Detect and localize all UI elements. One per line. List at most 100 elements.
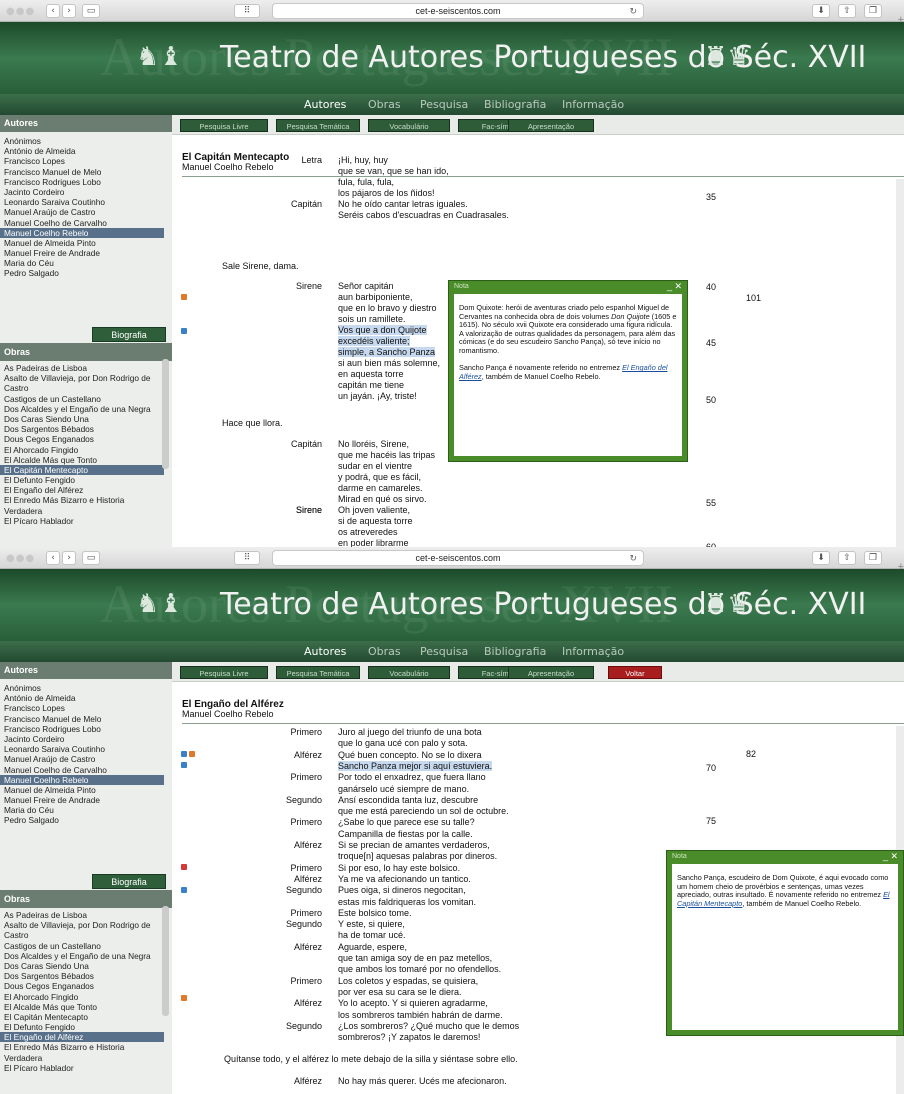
back-icon[interactable]: ‹ xyxy=(46,4,60,18)
obra-item[interactable]: El Ahorcado Fingido xyxy=(0,992,164,1002)
close-icon[interactable]: _ ✕ xyxy=(667,281,682,292)
note-marker-icon[interactable] xyxy=(181,887,187,893)
window-controls[interactable]: ●●● xyxy=(6,6,35,17)
obra-item[interactable]: El Engaño del Alférez xyxy=(0,485,164,495)
tabs-icon[interactable]: ❐ xyxy=(864,551,882,565)
obra-item[interactable]: Castro xyxy=(0,930,164,940)
pesquisa-tematica-button[interactable]: Pesquisa Temática xyxy=(276,119,360,132)
note-marker-icon[interactable] xyxy=(181,751,187,757)
autor-item[interactable]: António de Almeida xyxy=(0,693,164,703)
address-bar[interactable]: cet-e-seiscentos.com ↻ xyxy=(272,3,644,19)
nav-informacao[interactable]: Informação xyxy=(562,645,624,658)
download-icon[interactable]: ⬇ xyxy=(812,4,830,18)
autor-item[interactable]: Francisco Manuel de Melo xyxy=(0,714,164,724)
sidebar-icon[interactable]: ▭ xyxy=(82,4,100,18)
biografia-button[interactable]: Biografia xyxy=(92,327,166,342)
obra-item[interactable]: Dos Alcaldes y el Engaño de una Negra xyxy=(0,951,164,961)
autor-item[interactable]: Francisco Lopes xyxy=(0,703,164,713)
site-title[interactable]: Teatro de Autores Portugueses do Séc. XV… xyxy=(220,587,866,622)
autor-item[interactable]: Pedro Salgado xyxy=(0,268,164,278)
obra-item[interactable]: El Ahorcado Fingido xyxy=(0,445,164,455)
obra-item[interactable]: As Padeiras de Lisboa xyxy=(0,363,164,373)
back-icon[interactable]: ‹ xyxy=(46,551,60,565)
obras-scrollbar[interactable] xyxy=(162,906,169,1016)
obra-item[interactable]: Asalto de Villavieja, por Don Rodrigo de xyxy=(0,373,164,383)
tabs-icon[interactable]: ❐ xyxy=(864,4,882,18)
share-icon[interactable]: ⇧ xyxy=(838,4,856,18)
nav-bibliografia[interactable]: Bibliografia xyxy=(484,645,546,658)
nav-bibliografia[interactable]: Bibliografia xyxy=(484,98,546,111)
autor-item[interactable]: Manuel Araújo de Castro xyxy=(0,207,164,217)
window-controls[interactable]: ●●● xyxy=(6,553,35,564)
autor-item[interactable]: Anónimos xyxy=(0,136,164,146)
autor-item[interactable]: Pedro Salgado xyxy=(0,815,164,825)
note-marker-icon[interactable] xyxy=(189,751,195,757)
autor-item[interactable]: Manuel de Almeida Pinto xyxy=(0,238,164,248)
obra-item[interactable]: As Padeiras de Lisboa xyxy=(0,910,164,920)
verse-text[interactable]: Sancho Panza mejor si aquí estuviera. xyxy=(338,760,493,771)
autor-item[interactable]: Francisco Lopes xyxy=(0,156,164,166)
reload-icon[interactable]: ↻ xyxy=(629,552,637,566)
note-marker-icon[interactable] xyxy=(181,864,187,870)
pesquisa-livre-button[interactable]: Pesquisa Livre xyxy=(180,666,268,679)
autor-item[interactable]: Manuel Freire de Andrade xyxy=(0,248,164,258)
note-marker-icon[interactable] xyxy=(181,328,187,334)
obra-item[interactable]: El Alcalde Más que Tonto xyxy=(0,1002,164,1012)
note-marker-icon[interactable] xyxy=(181,995,187,1001)
autor-item[interactable]: Manuel Araújo de Castro xyxy=(0,754,164,764)
vocabulario-button[interactable]: Vocabulário xyxy=(368,119,450,132)
obra-item[interactable]: El Defunto Fengido xyxy=(0,475,164,485)
forward-icon[interactable]: › xyxy=(62,4,76,18)
obra-item[interactable]: Castigos de un Castellano xyxy=(0,394,164,404)
obra-item[interactable]: Castro xyxy=(0,383,164,393)
autor-item[interactable]: António de Almeida xyxy=(0,146,164,156)
autor-item[interactable]: Francisco Manuel de Melo xyxy=(0,167,164,177)
content-scrollbar[interactable] xyxy=(896,179,904,547)
autor-item[interactable]: Manuel Freire de Andrade xyxy=(0,795,164,805)
vocabulario-button[interactable]: Vocabulário xyxy=(368,666,450,679)
autor-item-selected[interactable]: Manuel Coelho Rebelo xyxy=(0,227,164,238)
grid-icon[interactable]: ⠿ xyxy=(234,4,260,18)
obra-item[interactable]: Verdadera xyxy=(0,1053,164,1063)
obra-item[interactable]: El Enredo Más Bizarro e Historia xyxy=(0,495,164,505)
autor-item[interactable]: Maria do Céu xyxy=(0,805,164,815)
autor-item[interactable]: Maria do Céu xyxy=(0,258,164,268)
address-bar[interactable]: cet-e-seiscentos.com ↻ xyxy=(272,550,644,566)
nav-autores[interactable]: Autores xyxy=(304,98,346,111)
verse-text[interactable]: excedéis valiente; xyxy=(338,336,410,346)
obra-item[interactable]: Dos Alcaldes y el Engaño de una Negra xyxy=(0,404,164,414)
pesquisa-livre-button[interactable]: Pesquisa Livre xyxy=(180,119,268,132)
nav-obras[interactable]: Obras xyxy=(368,98,401,111)
obras-scrollbar[interactable] xyxy=(162,359,169,469)
autor-item-selected[interactable]: Manuel Coelho Rebelo xyxy=(0,774,164,785)
autor-item[interactable]: Francisco Rodrigues Lobo xyxy=(0,724,164,734)
site-title[interactable]: Teatro de Autores Portugueses do Séc. XV… xyxy=(220,40,866,75)
obra-item[interactable]: El Pícaro Hablador xyxy=(0,1063,164,1073)
autor-item[interactable]: Anónimos xyxy=(0,683,164,693)
obra-item-selected[interactable]: El Engaño del Alférez xyxy=(0,1032,164,1043)
obra-item[interactable]: Asalto de Villavieja, por Don Rodrigo de xyxy=(0,920,164,930)
obra-item[interactable]: El Enredo Más Bizarro e Historia xyxy=(0,1042,164,1052)
obra-item-selected[interactable]: El Capitán Mentecapto xyxy=(0,464,164,476)
obra-item[interactable]: El Defunto Fengido xyxy=(0,1022,164,1032)
obra-item[interactable]: Dous Cegos Enganados xyxy=(0,981,164,991)
autor-item[interactable]: Jacinto Cordeiro xyxy=(0,734,164,744)
biografia-button[interactable]: Biografia xyxy=(92,874,166,889)
verse-text[interactable]: simple, a Sancho Panza xyxy=(338,347,436,357)
obra-item[interactable]: El Pícaro Hablador xyxy=(0,516,164,526)
share-icon[interactable]: ⇧ xyxy=(838,551,856,565)
obra-item[interactable]: El Alcalde Más que Tonto xyxy=(0,455,164,465)
sidebar-icon[interactable]: ▭ xyxy=(82,551,100,565)
nav-informacao[interactable]: Informação xyxy=(562,98,624,111)
download-icon[interactable]: ⬇ xyxy=(812,551,830,565)
apresentacao-button[interactable]: Apresentação xyxy=(508,666,594,679)
obra-item[interactable]: Verdadera xyxy=(0,506,164,516)
autor-item[interactable]: Manuel de Almeida Pinto xyxy=(0,785,164,795)
obra-item[interactable]: Dos Caras Siendo Una xyxy=(0,961,164,971)
autor-item[interactable]: Leonardo Saraiva Coutinho xyxy=(0,197,164,207)
close-icon[interactable]: _ ✕ xyxy=(883,851,898,862)
obra-item[interactable]: El Capitán Mentecapto xyxy=(0,1012,164,1022)
autor-item[interactable]: Manuel Coelho de Carvalho xyxy=(0,765,164,775)
nav-pesquisa[interactable]: Pesquisa xyxy=(420,645,468,658)
autor-item[interactable]: Francisco Rodrigues Lobo xyxy=(0,177,164,187)
